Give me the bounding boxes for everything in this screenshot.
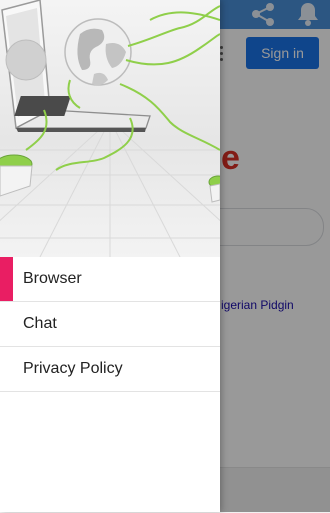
drawer-header-image [0,0,220,257]
drawer-item-privacy-policy[interactable]: Privacy Policy [0,347,220,392]
selected-indicator [0,257,13,301]
drawer-item-chat[interactable]: Chat [0,302,220,347]
network-illustration [0,0,220,257]
drawer-menu: Browser Chat Privacy Policy [0,257,220,392]
drawer-item-label: Chat [23,315,57,332]
drawer-item-browser[interactable]: Browser [0,257,220,302]
drawer-item-label: Privacy Policy [23,360,123,377]
drawer-item-label: Browser [23,270,82,287]
navigation-drawer: Browser Chat Privacy Policy [0,0,220,512]
